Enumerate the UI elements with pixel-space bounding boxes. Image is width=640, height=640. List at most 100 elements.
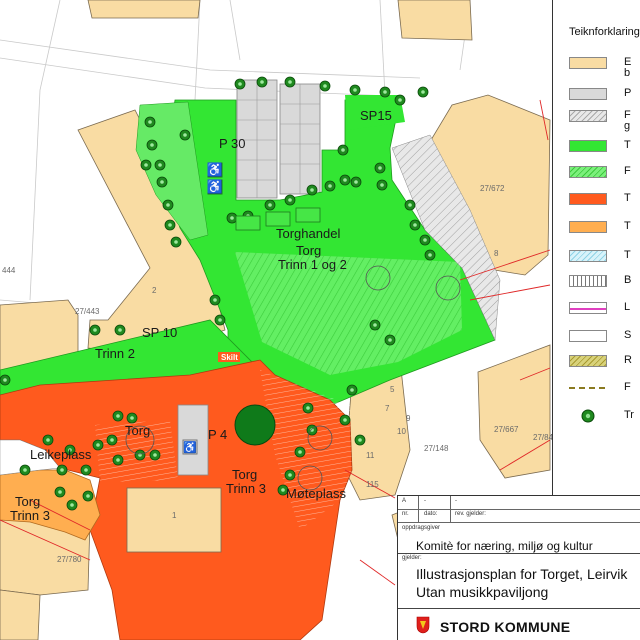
tree-icon-center: [148, 120, 152, 124]
tree-icon: [581, 409, 595, 423]
legend-item: Eb: [569, 56, 640, 79]
tree-icon-center: [378, 166, 382, 170]
tree-icon-center: [160, 180, 164, 184]
revision-col-nr: nr.: [402, 511, 409, 517]
tree-icon-center: [281, 488, 285, 492]
tree-icon-center: [323, 84, 327, 88]
tree-icon-center: [350, 388, 354, 392]
legend-title: Teiknforklaring: [569, 26, 640, 38]
revision-letter: A: [402, 498, 407, 504]
tree-icon-center: [288, 473, 292, 477]
tree-icon-center: [260, 80, 264, 84]
label-trinn3-a: Trinn 3: [10, 508, 50, 523]
tree-icon-center: [353, 88, 357, 92]
tree-icon-center: [144, 163, 148, 167]
tree-icon-center: [153, 453, 157, 457]
tree-icon-center: [213, 298, 217, 302]
tree-icon-center: [3, 378, 7, 382]
legend-swatch: [569, 250, 607, 262]
parcel-27-84: 27/84: [533, 433, 554, 442]
number-10: 10: [397, 427, 406, 436]
legend-label-line2: b: [624, 67, 631, 79]
tree-icon-center: [130, 416, 134, 420]
tree-icon-center: [150, 143, 154, 147]
tree-icon-center: [380, 183, 384, 187]
tree-icon-center: [358, 438, 362, 442]
label-leikeplass: Leikeplass: [30, 447, 92, 462]
tree-icon-center: [268, 203, 272, 207]
tree-icon-center: [58, 490, 62, 494]
legend-label: B: [624, 274, 632, 286]
svg-text:♿: ♿: [207, 179, 223, 194]
label-torg-trinn3-a: Torg: [15, 494, 40, 509]
tree-icon-center: [46, 438, 50, 442]
legend-swatch: [569, 275, 607, 287]
tree-icon-center: [428, 253, 432, 257]
label-sp10: SP 10: [142, 325, 177, 340]
label-torghandel: Torghandel: [276, 226, 340, 241]
label-sp15: SP15: [360, 108, 392, 123]
lot-8: 8: [494, 249, 499, 258]
tree-icon-center: [383, 90, 387, 94]
parcel-27-443: 27/443: [75, 307, 100, 316]
legend-swatch: [569, 409, 607, 423]
tree-icon-center: [183, 133, 187, 137]
legend-item: Tr: [569, 409, 640, 424]
legend-item: F: [569, 165, 640, 180]
tree-icon-center: [343, 418, 347, 422]
tree-icon-center: [86, 494, 90, 498]
tree-icon-center: [230, 216, 234, 220]
label-p30: P 30: [219, 136, 246, 151]
tree-icon-center: [96, 443, 100, 447]
tree-icon-center: [288, 80, 292, 84]
tree-icon-center: [421, 90, 425, 94]
legend-panel: Teiknforklaring Eb P Fg T F T T T B L S R F Tr: [552, 0, 640, 495]
tree-icon-center: [423, 238, 427, 242]
drawing-subtitle: Utan musikkpaviljong: [416, 584, 549, 600]
parcel-27-780: 27/780: [57, 555, 82, 564]
tree-icon-center: [408, 203, 412, 207]
number-5: 5: [390, 385, 395, 394]
map-viewer: ♿ ♿ ♿ P 30 SP15 Torghandel Torg Trinn 1 …: [0, 0, 640, 640]
legend-label: L: [624, 301, 631, 313]
legend-label: F: [624, 381, 631, 393]
label-torg-main: Torg: [296, 243, 321, 258]
subject-caption: gjelder:: [402, 555, 422, 561]
tree-icon-center: [70, 503, 74, 507]
legend-swatch: [569, 330, 607, 342]
legend-item: R: [569, 354, 640, 369]
legend-swatch: [569, 193, 607, 205]
tree-icon-center: [310, 188, 314, 192]
svg-text:♿: ♿: [207, 162, 223, 177]
label-skilt: Skilt: [221, 353, 238, 362]
tree-icon-center: [110, 438, 114, 442]
svg-text:♿: ♿: [183, 441, 197, 454]
label-trinn2: Trinn 2: [95, 346, 135, 361]
legend-swatch: [569, 221, 607, 233]
legend-swatch: [569, 88, 607, 100]
tree-icon-center: [306, 406, 310, 410]
legend-swatch: [569, 110, 607, 122]
number-11: 11: [366, 451, 375, 460]
tree-icon-center: [116, 414, 120, 418]
lot-2: 2: [152, 286, 157, 295]
legend-swatch: [569, 140, 607, 152]
number-9: 9: [406, 414, 411, 423]
tree-icon-center: [118, 328, 122, 332]
tree-icon-center: [158, 163, 162, 167]
tree-icon-center: [288, 198, 292, 202]
tree-icon-center: [388, 338, 392, 342]
legend-swatch: [569, 302, 607, 314]
legend-item: T: [569, 192, 640, 207]
number-115: 115: [366, 480, 379, 489]
municipality-crest-icon: [416, 616, 430, 634]
tree-icon-center: [238, 82, 242, 86]
tree-icon-center: [23, 468, 27, 472]
label-p4: P 4: [208, 427, 227, 442]
legend-swatch: [569, 355, 607, 367]
legend-item: P: [569, 87, 640, 102]
tree-icon-center: [413, 223, 417, 227]
label-trinn3-b: Trinn 3: [226, 481, 266, 496]
tree-icon-center: [298, 450, 302, 454]
legend-label: R: [624, 354, 632, 366]
